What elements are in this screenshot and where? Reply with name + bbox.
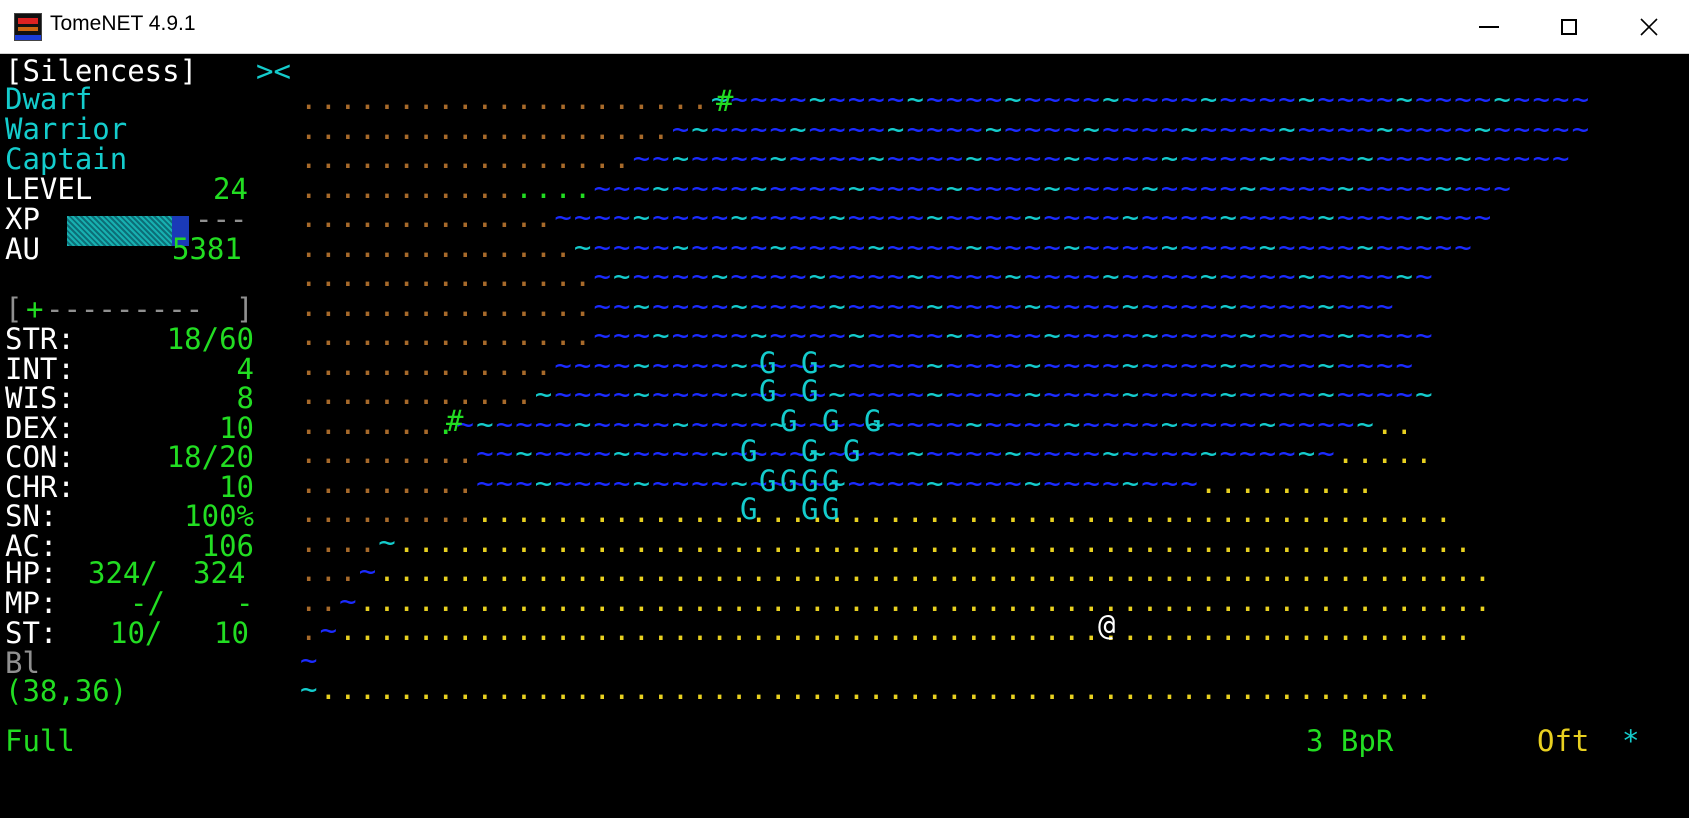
stat-label: DEX: xyxy=(5,410,75,445)
monster-ghost: G xyxy=(780,404,798,438)
map-row: ..............~~~~~~~~~~~~~~~~~~~~~~~~~~… xyxy=(300,229,1474,264)
close-icon xyxy=(1640,18,1658,36)
status-oft: Oft xyxy=(1537,724,1590,758)
st-current: 10/ xyxy=(110,616,163,650)
maximize-icon xyxy=(1561,19,1577,35)
map-row: ...............~~~~~~~~~~~~~~~~~~~~~~~~~… xyxy=(300,318,1435,352)
st-max: 10 xyxy=(214,616,249,650)
minimize-icon xyxy=(1479,26,1499,28)
monster-ghost: G xyxy=(740,492,758,526)
map-row: ........................................… xyxy=(300,495,1455,529)
stat-value: 18/60 xyxy=(166,322,254,356)
map-row: .~......................................… xyxy=(300,613,1474,647)
map-row: ...~....................................… xyxy=(300,554,1494,588)
map-row: .................~~~~~~~~~~~~~~~~~~~~~~~… xyxy=(300,141,1572,175)
gold-label: AU xyxy=(5,232,40,266)
status-star-icon: * xyxy=(1622,724,1640,758)
tomenet-app-icon xyxy=(14,13,42,41)
close-button[interactable] xyxy=(1609,0,1689,54)
stat-value: 8 xyxy=(236,381,254,415)
map-row: ....~...................................… xyxy=(300,524,1474,559)
wall-tile: # xyxy=(716,84,734,118)
status-full: Full xyxy=(5,724,75,758)
monster-ghost: G xyxy=(822,404,840,438)
xp-bar-fill xyxy=(67,216,172,246)
game-terminal[interactable]: [Silencess] >< Dwarf Warrior Captain LEV… xyxy=(0,54,1689,818)
monster-ghost: G xyxy=(801,492,819,526)
blows-per-round: 3 BpR xyxy=(1306,724,1394,758)
monster-ghost: G xyxy=(843,434,861,468)
equip-bar-right: ] xyxy=(236,292,254,326)
map-row: ...............~~~~~~~~~~~~~~~~~~~~~~~~~… xyxy=(300,259,1435,293)
stat-label: CHR: xyxy=(5,469,75,504)
level-label: LEVEL xyxy=(5,172,93,206)
maximize-button[interactable] xyxy=(1529,0,1609,54)
map-row: ...................~~~~~~~~~~~~~~~~~~~~~… xyxy=(300,111,1592,146)
stat-label: SN: xyxy=(5,499,58,533)
player-title: Captain xyxy=(5,142,128,176)
stat-label: WIS: xyxy=(5,381,75,415)
map-row: ..~.....................................… xyxy=(300,583,1494,618)
map-row: ~ xyxy=(300,642,320,677)
equip-bar-mark: + xyxy=(26,292,44,326)
xp-bar-remaining: --- xyxy=(195,202,248,236)
monster-ghost: G xyxy=(801,374,819,408)
wall-tile: # xyxy=(446,404,464,438)
map-row: .............~~~~~~~~~~~~~~~~~~~~~~~~~~~… xyxy=(300,200,1494,234)
depth-coords: (38,36) xyxy=(5,674,128,708)
equip-bar-fill: --------- xyxy=(46,292,204,326)
window-title: TomeNET 4.9.1 xyxy=(50,12,196,35)
stat-label: INT: xyxy=(5,351,75,386)
level-value: 24 xyxy=(213,172,248,206)
stat-label: STR: xyxy=(5,322,75,356)
map-row: ~.......................................… xyxy=(300,672,1435,706)
mp-current: -/ xyxy=(130,586,165,620)
stat-value: 18/20 xyxy=(166,440,254,474)
st-label: ST: xyxy=(5,616,58,650)
stat-value: 100% xyxy=(184,499,254,533)
stat-value: 10 xyxy=(219,469,254,504)
monster-ghost: G xyxy=(822,492,840,526)
map-row: ...............~~~~~~~~~~~~~~~~~~~~~~~~~… xyxy=(300,288,1396,323)
window-titlebar: TomeNET 4.9.1 xyxy=(0,0,1689,54)
gold-value: 5381 xyxy=(172,232,242,266)
xp-label: XP xyxy=(5,202,40,236)
hp-current: 324/ xyxy=(88,556,158,590)
map-row: ...............~~~~~~~~~~~~~~~~~~~~~~~~~… xyxy=(300,170,1513,205)
monster-ghost: G xyxy=(759,374,777,408)
stat-label: CON: xyxy=(5,440,75,474)
map-row: .....................~~~~~~~~~~~~~~~~~~~… xyxy=(300,82,1592,116)
monster-ghost: G xyxy=(759,464,777,498)
player-race: Dwarf xyxy=(5,82,93,116)
stat-value: 4 xyxy=(236,351,254,386)
player-class: Warrior xyxy=(5,112,128,146)
monster-ghost: G xyxy=(780,464,798,498)
monster-ghost: G xyxy=(864,404,882,438)
hp-label: HP: xyxy=(5,556,58,590)
map-row: .........~~~~~~~~~~~~~~~~~~~~~~~~~~~~~~~… xyxy=(300,436,1435,470)
equip-bar-left: [ xyxy=(5,292,23,326)
mp-max: - xyxy=(236,586,254,620)
player-character: @ xyxy=(1098,608,1116,642)
stat-value: 10 xyxy=(219,410,254,445)
hp-max: 324 xyxy=(193,556,246,590)
party-indicator: >< xyxy=(256,54,291,88)
monster-ghost: G xyxy=(740,434,758,468)
map-row: .............~~~~~~~~~~~~~~~~~~~~~~~~~~~… xyxy=(300,347,1416,382)
mp-label: MP: xyxy=(5,586,58,620)
minimize-button[interactable] xyxy=(1449,0,1529,54)
monster-ghost: G xyxy=(801,434,819,468)
